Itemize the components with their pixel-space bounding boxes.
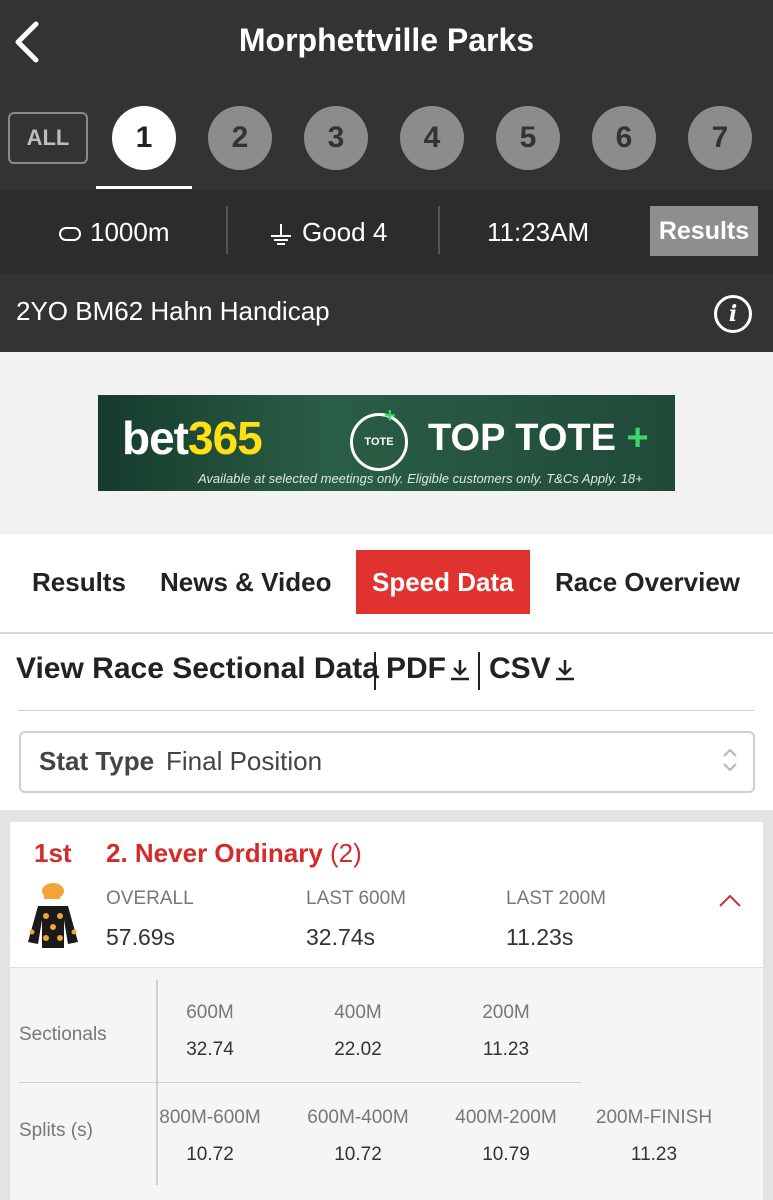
csv-download-link[interactable]: CSV	[489, 652, 577, 686]
race-tab-1[interactable]: 1	[112, 106, 176, 170]
sectional-header: 200M	[482, 1002, 530, 1023]
sectional-header: 600M	[186, 1002, 234, 1023]
sectional-heading: View Race Sectional Data	[16, 652, 379, 685]
page-title: Morphettville Parks	[238, 22, 535, 58]
divider	[18, 710, 754, 711]
ad-banner[interactable]: bet365 TOTE + TOP TOTE + Available at se…	[98, 395, 675, 491]
race-tab-2[interactable]: 2	[208, 106, 272, 170]
race-tab-7[interactable]: 7	[688, 106, 752, 170]
results-button[interactable]: Results	[650, 206, 758, 256]
ad-area: bet365 TOTE + TOP TOTE + Available at se…	[0, 352, 773, 534]
select-chevrons-icon	[723, 748, 737, 772]
separator	[478, 652, 480, 690]
race-time: 11:23AM	[487, 217, 590, 247]
barrier-number: (2)	[330, 838, 362, 868]
tab-results[interactable]: Results	[32, 550, 126, 614]
separator	[374, 652, 376, 690]
sectionals-label: Sectionals	[19, 1024, 107, 1045]
active-tab-indicator	[96, 186, 192, 189]
stat-last-200m: LAST 200M 11.23s	[506, 888, 606, 951]
stat-type-select[interactable]: Stat Type Final Position	[19, 731, 755, 793]
split-value: 10.72	[334, 1144, 382, 1165]
ad-headline-plus: +	[626, 417, 649, 459]
tab-race-overview[interactable]: Race Overview	[555, 550, 740, 614]
content-nav-tabs: Results News & Video Speed Data Race Ove…	[0, 534, 773, 634]
stat-last-600m: LAST 600M 32.74s	[306, 888, 406, 951]
splits-panel: Sectionals 600M 32.74 400M 22.02 200M 11…	[10, 967, 763, 1200]
split-value: 10.72	[186, 1144, 234, 1165]
stat-overall: OVERALL 57.69s	[106, 888, 194, 951]
horse-name-text: 2. Never Ordinary	[106, 838, 323, 868]
tab-speed-data[interactable]: Speed Data	[356, 550, 530, 614]
stat-value: 57.69s	[106, 924, 176, 950]
plus-icon: +	[384, 405, 396, 427]
runner-card: 1st 2. Never Ordinary (2) OVERALL 57.69s…	[10, 822, 763, 1200]
download-icon	[555, 660, 574, 681]
stat-label: LAST 600M	[306, 888, 406, 909]
row-divider	[19, 1082, 581, 1083]
stat-label: OVERALL	[106, 888, 194, 909]
tote-badge-icon: TOTE	[350, 413, 408, 471]
download-icon	[451, 660, 469, 681]
sectional-value: 32.74	[186, 1039, 234, 1060]
horse-name: 2. Never Ordinary (2)	[106, 838, 362, 869]
distance-icon	[59, 227, 81, 242]
race-tab-3[interactable]: 3	[304, 106, 368, 170]
split-header: 400M-200M	[455, 1107, 557, 1128]
split-header: 200M-FINISH	[595, 1107, 713, 1128]
split-header: 600M-400M	[307, 1107, 409, 1128]
stat-value: 32.74s	[306, 924, 376, 950]
stat-type-label: Stat Type	[39, 746, 155, 776]
title-bar: Morphettville Parks	[0, 0, 773, 88]
race-name-row: 2YO BM62 Hahn Handicap i	[0, 274, 773, 352]
stat-value: 11.23s	[506, 924, 574, 950]
collapse-chevron-icon[interactable]	[716, 892, 744, 910]
track-condition-info: Good 4	[268, 190, 387, 274]
ad-disclaimer: Available at selected meetings only. Eli…	[198, 471, 643, 486]
distance-info: 1000m	[58, 190, 170, 274]
stat-type-value: Final Position	[166, 746, 323, 776]
race-number-tabs: ALL 1 2 3 4 5 6 7	[0, 100, 773, 190]
finish-position: 1st	[34, 838, 72, 868]
race-tab-6[interactable]: 6	[592, 106, 656, 170]
sectional-value: 11.23	[482, 1039, 530, 1060]
csv-label: CSV	[489, 652, 551, 685]
ad-headline-text: TOP TOTE	[428, 417, 616, 459]
sectional-value: 22.02	[334, 1039, 382, 1060]
track-condition-value: Good 4	[302, 217, 388, 247]
tab-news-video[interactable]: News & Video	[160, 550, 331, 614]
race-info-row: 1000m Good 4 11:23AM Results	[0, 190, 773, 274]
split-value: 11.23	[630, 1144, 678, 1165]
info-divider	[226, 206, 228, 254]
track-condition-icon	[271, 224, 291, 246]
info-icon[interactable]: i	[714, 295, 752, 333]
ad-brand-text: bet	[122, 412, 189, 464]
jockey-silks-icon	[28, 883, 78, 948]
sectional-data-section: View Race Sectional Data PDF CSV Stat Ty…	[0, 634, 773, 810]
stat-label: LAST 200M	[506, 888, 606, 909]
race-tab-5[interactable]: 5	[496, 106, 560, 170]
splits-label: Splits (s)	[19, 1120, 93, 1141]
race-header: Morphettville Parks ALL 1 2 3 4 5 6 7 10…	[0, 0, 773, 352]
ad-brand-number: 365	[188, 412, 263, 464]
pdf-label: PDF	[386, 652, 446, 685]
ad-headline: TOP TOTE +	[428, 417, 649, 460]
race-tab-4[interactable]: 4	[400, 106, 464, 170]
split-header: 800M-600M	[159, 1107, 261, 1128]
split-value: 10.79	[482, 1144, 530, 1165]
race-name: 2YO BM62 Hahn Handicap	[16, 296, 330, 326]
info-divider	[438, 206, 440, 254]
ad-brand-logo: bet365	[122, 411, 263, 465]
sectional-header: 400M	[334, 1002, 382, 1023]
pdf-download-link[interactable]: PDF	[386, 652, 472, 686]
race-tab-all[interactable]: ALL	[8, 112, 88, 164]
distance-value: 1000m	[90, 217, 170, 247]
